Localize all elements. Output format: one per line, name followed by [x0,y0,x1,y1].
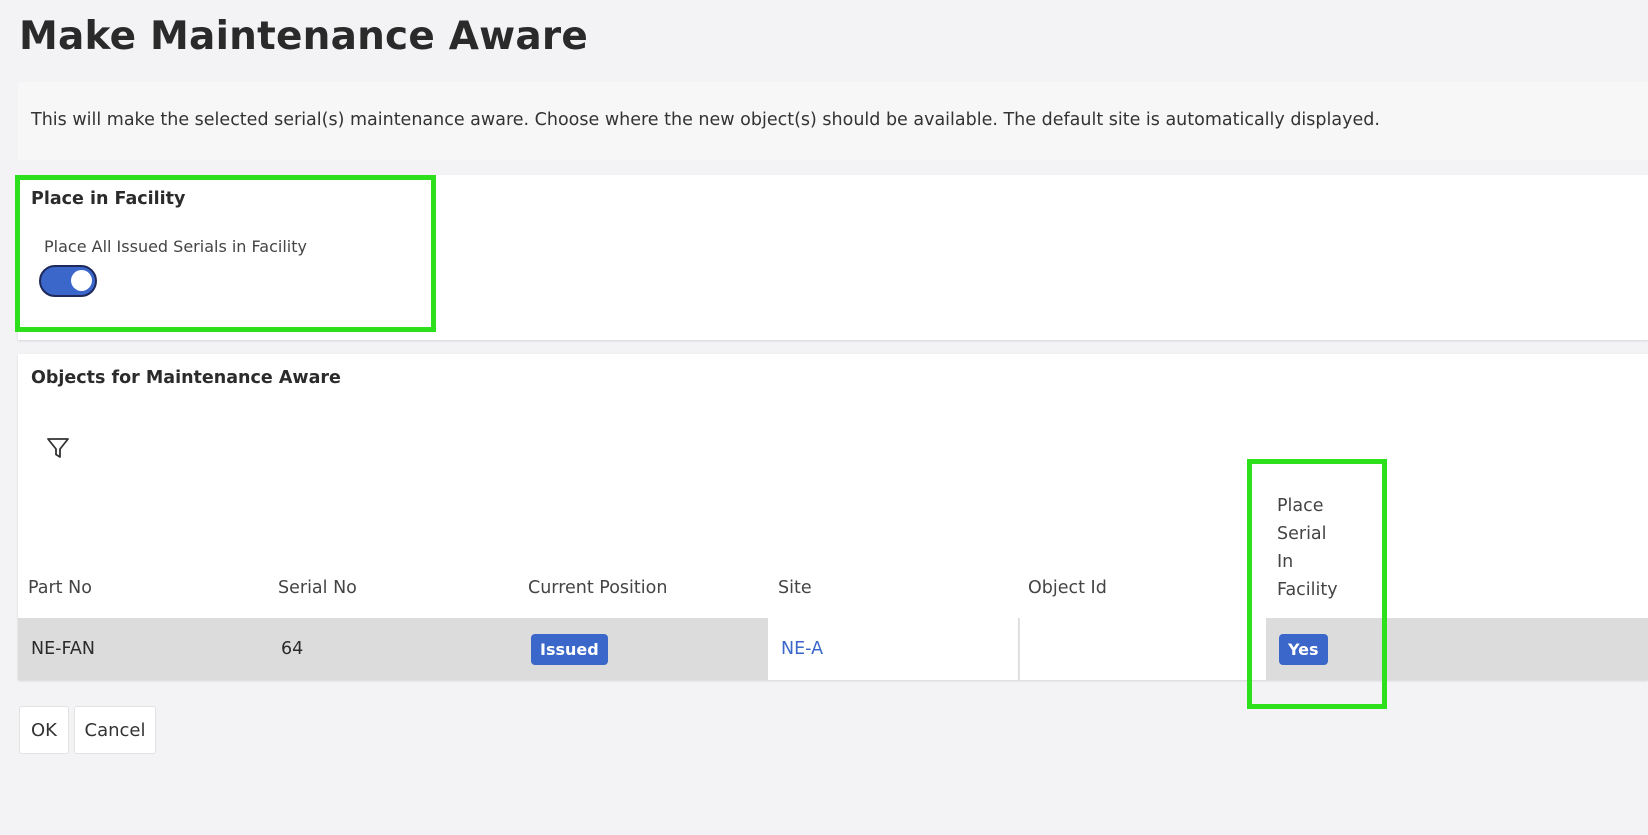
column-header-place-serial-line4: Facility [1277,580,1338,600]
column-header-site[interactable]: Site [778,578,812,598]
info-panel: This will make the selected serial(s) ma… [18,82,1648,160]
make-maintenance-aware-dialog: Make Maintenance Aware This will make th… [0,0,1648,835]
column-header-current-position[interactable]: Current Position [528,578,667,598]
column-header-object-id[interactable]: Object Id [1028,578,1107,598]
site-link[interactable]: NE-A [781,639,823,659]
cell-current-position[interactable]: Issued [531,618,771,680]
filter-icon[interactable] [46,436,70,460]
column-header-place-serial-in-facility[interactable]: Place Serial In Facility [1277,492,1338,604]
column-header-part-no[interactable]: Part No [28,578,92,598]
cell-site[interactable]: NE-A [768,618,1018,680]
column-header-place-serial-line2: Serial [1277,524,1327,544]
table-row[interactable]: NE-FAN 64 Issued NE-A Yes [18,618,1648,680]
ok-button[interactable]: OK [19,706,69,754]
page-title: Make Maintenance Aware [19,14,589,59]
column-header-place-serial-line1: Place [1277,496,1324,516]
column-header-serial-no[interactable]: Serial No [278,578,357,598]
place-in-facility-card: Place in Facility Place All Issued Seria… [18,175,1648,340]
column-header-place-serial-line3: In [1277,552,1294,572]
place-in-facility-title: Place in Facility [31,189,186,209]
cell-object-id[interactable] [1019,618,1266,680]
cell-place-serial-in-facility[interactable]: Yes [1279,618,1399,680]
objects-card: Objects for Maintenance Aware Part No Se… [18,354,1648,680]
status-badge: Issued [531,633,608,665]
cancel-button[interactable]: Cancel [74,706,156,754]
place-all-serials-toggle[interactable] [39,265,97,297]
cell-part-no[interactable]: NE-FAN [31,618,271,680]
objects-title: Objects for Maintenance Aware [31,368,341,388]
toggle-knob [71,270,92,291]
cell-serial-no[interactable]: 64 [281,618,521,680]
info-text: This will make the selected serial(s) ma… [31,110,1380,130]
place-all-serials-label: Place All Issued Serials in Facility [44,237,307,256]
yes-badge: Yes [1279,633,1328,665]
